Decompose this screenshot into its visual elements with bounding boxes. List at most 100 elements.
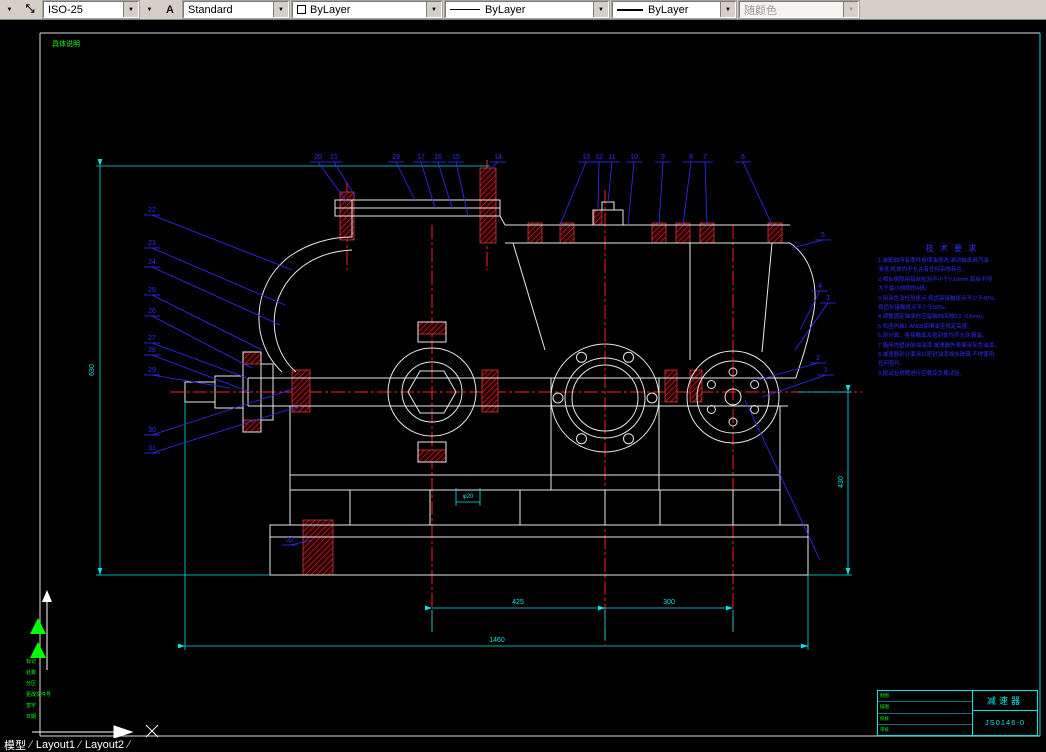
lineweight-value: ByLayer	[648, 3, 689, 16]
tab-layout1[interactable]: Layout1	[36, 739, 75, 751]
callout-12: 12	[595, 154, 603, 161]
tab-model[interactable]: 模型	[4, 737, 26, 752]
title-block-rows: 制图 描图 校核 审核	[878, 691, 973, 735]
dim-span-left: 425	[512, 599, 524, 606]
callout-30: 30	[148, 427, 156, 434]
notes-title: 技 术 要 求	[925, 244, 979, 253]
list-item: 标记	[26, 659, 37, 665]
centerlines	[170, 160, 862, 645]
sheet-frame: 具体说明	[39, 32, 1041, 737]
list-item: 7.箱座内壁涂耐油油漆,减速器外表面涂灰色油漆。	[878, 342, 1000, 349]
callout-23: 23	[148, 240, 156, 247]
list-item: 2.啮合侧隙用铅丝检验不小于0.16mm,铅丝不得	[878, 276, 992, 283]
notes-lines: 1.装配前所有零件用煤油清洗,滚动轴承用汽油 清洗,机体内不允许有任何杂物存在。…	[878, 257, 1026, 379]
list-item: 描图	[878, 702, 972, 714]
title-block: 制图 描图 校核 审核 减速器 JS0146-0	[877, 690, 1038, 736]
list-item: 分区	[26, 681, 37, 687]
callout-1: 1	[824, 367, 828, 374]
text-style-flyout-arrow[interactable]: ▼	[142, 1, 157, 18]
dim-span-right: 300	[663, 599, 675, 606]
list-item: 1.装配前所有零件用煤油清洗,滚动轴承用汽油	[878, 258, 989, 264]
dimensions	[96, 158, 852, 650]
layout-tabbar: 模型 ∕ Layout1 ∕ Layout2 ∕	[0, 738, 1046, 752]
dim-style-icon[interactable]: ⤡	[20, 1, 40, 18]
callout-21: 21	[330, 154, 338, 161]
gearbox-linework	[184, 199, 816, 576]
linetype-value: ByLayer	[485, 3, 526, 16]
dim-height: 630	[89, 364, 96, 376]
plot-style-control-combo: 随颜色 ▼	[738, 0, 860, 19]
callout-19: 19	[392, 154, 400, 161]
callout-25: 25	[148, 287, 156, 294]
chevron-down-icon[interactable]: ▼	[720, 2, 735, 17]
linetype-sample-icon	[450, 9, 480, 10]
callout-31: 31	[148, 445, 156, 452]
callout-29: 29	[148, 367, 156, 374]
callout-3: 3	[826, 295, 830, 302]
text-style-combo[interactable]: Standard ▼	[182, 0, 290, 19]
callout-2: 2	[816, 355, 820, 362]
callout-8: 8	[689, 154, 693, 161]
dim-style-flyout-arrow[interactable]: ▼	[2, 1, 17, 18]
list-item: 大于最小侧隙的4倍。	[878, 286, 931, 293]
list-item: 3.用涂色法检验斑点:按齿高接触斑点不少于40%,	[878, 295, 996, 302]
callout-4: 4	[818, 283, 822, 290]
list-item: 清洗,机体内不允许有任何杂物存在。	[878, 267, 968, 274]
list-item: 5.机座内装L-AN68润滑油至规定高度。	[878, 323, 973, 330]
lineweight-control-combo[interactable]: ByLayer ▼	[611, 0, 737, 19]
list-item: 审核	[880, 726, 889, 732]
callout-15: 15	[452, 154, 460, 161]
list-item: 按齿长接触斑点不少于50%。	[878, 305, 950, 312]
drawing-number: JS0146-0	[984, 718, 1026, 728]
callout-6: 6	[741, 154, 745, 161]
chevron-down-icon[interactable]: ▼	[123, 2, 138, 17]
list-item: 4.调整固定轴承时应留轴向间隙0.2~0.5mm。	[878, 314, 988, 321]
list-item: 6.剖分面、各接触面及密封处均不允许漏油。	[878, 333, 988, 340]
plot-style-value: 随颜色	[744, 4, 777, 17]
callout-27: 27	[148, 335, 156, 342]
dim-style-combo[interactable]: ISO-25 ▼	[42, 0, 140, 19]
callout-10: 10	[630, 154, 638, 161]
dim-right-height: 430	[838, 476, 845, 488]
product-name: 减速器	[973, 691, 1037, 711]
dim-bore: φ20	[463, 494, 474, 500]
model-space-canvas[interactable]: 具体说明 425 300 1460 630 430 φ20 20 21 19 1…	[0, 20, 1046, 738]
chevron-down-icon[interactable]: ▼	[426, 2, 441, 17]
title-block-right: 减速器 JS0146-0	[973, 691, 1037, 735]
list-item: 日期	[26, 714, 37, 720]
tab-separator: ∕	[128, 739, 130, 751]
technical-notes: 技 术 要 求 1.装配前所有零件用煤油清洗,滚动轴承用汽油 清洗,机体内不允许…	[878, 243, 1026, 379]
color-swatch	[297, 5, 306, 14]
list-item: 更改文件号	[26, 692, 52, 698]
callout-11: 11	[608, 154, 615, 161]
object-properties-toolbar: ▼ ⤡ ISO-25 ▼ ▼ A Standard ▼ ByLayer ▼ By…	[0, 0, 1046, 20]
color-control-combo[interactable]: ByLayer ▼	[291, 0, 443, 19]
linetype-control-combo[interactable]: ByLayer ▼	[444, 0, 610, 19]
callout-17: 17	[417, 154, 425, 161]
chevron-down-icon[interactable]: ▼	[273, 2, 288, 17]
autocad-window: ▼ ⤡ ISO-25 ▼ ▼ A Standard ▼ ByLayer ▼ By…	[0, 0, 1046, 752]
list-item: 校核	[878, 714, 972, 725]
callout-14: 14	[494, 154, 502, 161]
dim-total: 1460	[489, 637, 505, 644]
callout-7: 7	[703, 154, 707, 161]
callout-22: 22	[148, 207, 156, 214]
list-item: 8.减速器剖分面涂以密封油漆或水玻璃,不得使用	[878, 352, 995, 359]
callout-24: 24	[148, 259, 156, 266]
callout-13: 13	[582, 154, 590, 161]
leader-line	[744, 399, 821, 561]
tab-layout2[interactable]: Layout2	[85, 739, 124, 751]
color-value: ByLayer	[310, 3, 351, 16]
callout-9: 9	[661, 154, 665, 161]
lineweight-sample-icon	[617, 8, 643, 11]
text-style-icon[interactable]: A	[160, 1, 180, 18]
callout-26: 26	[148, 308, 156, 315]
chevron-down-icon: ▼	[843, 2, 858, 17]
chevron-down-icon[interactable]: ▼	[593, 2, 608, 17]
hatch-areas	[242, 167, 783, 576]
tab-separator: ∕	[30, 739, 32, 751]
callout-28: 28	[148, 347, 156, 354]
tab-separator: ∕	[79, 739, 81, 751]
list-item: 任何垫片。	[878, 361, 906, 368]
callout-32: 32	[286, 537, 294, 544]
